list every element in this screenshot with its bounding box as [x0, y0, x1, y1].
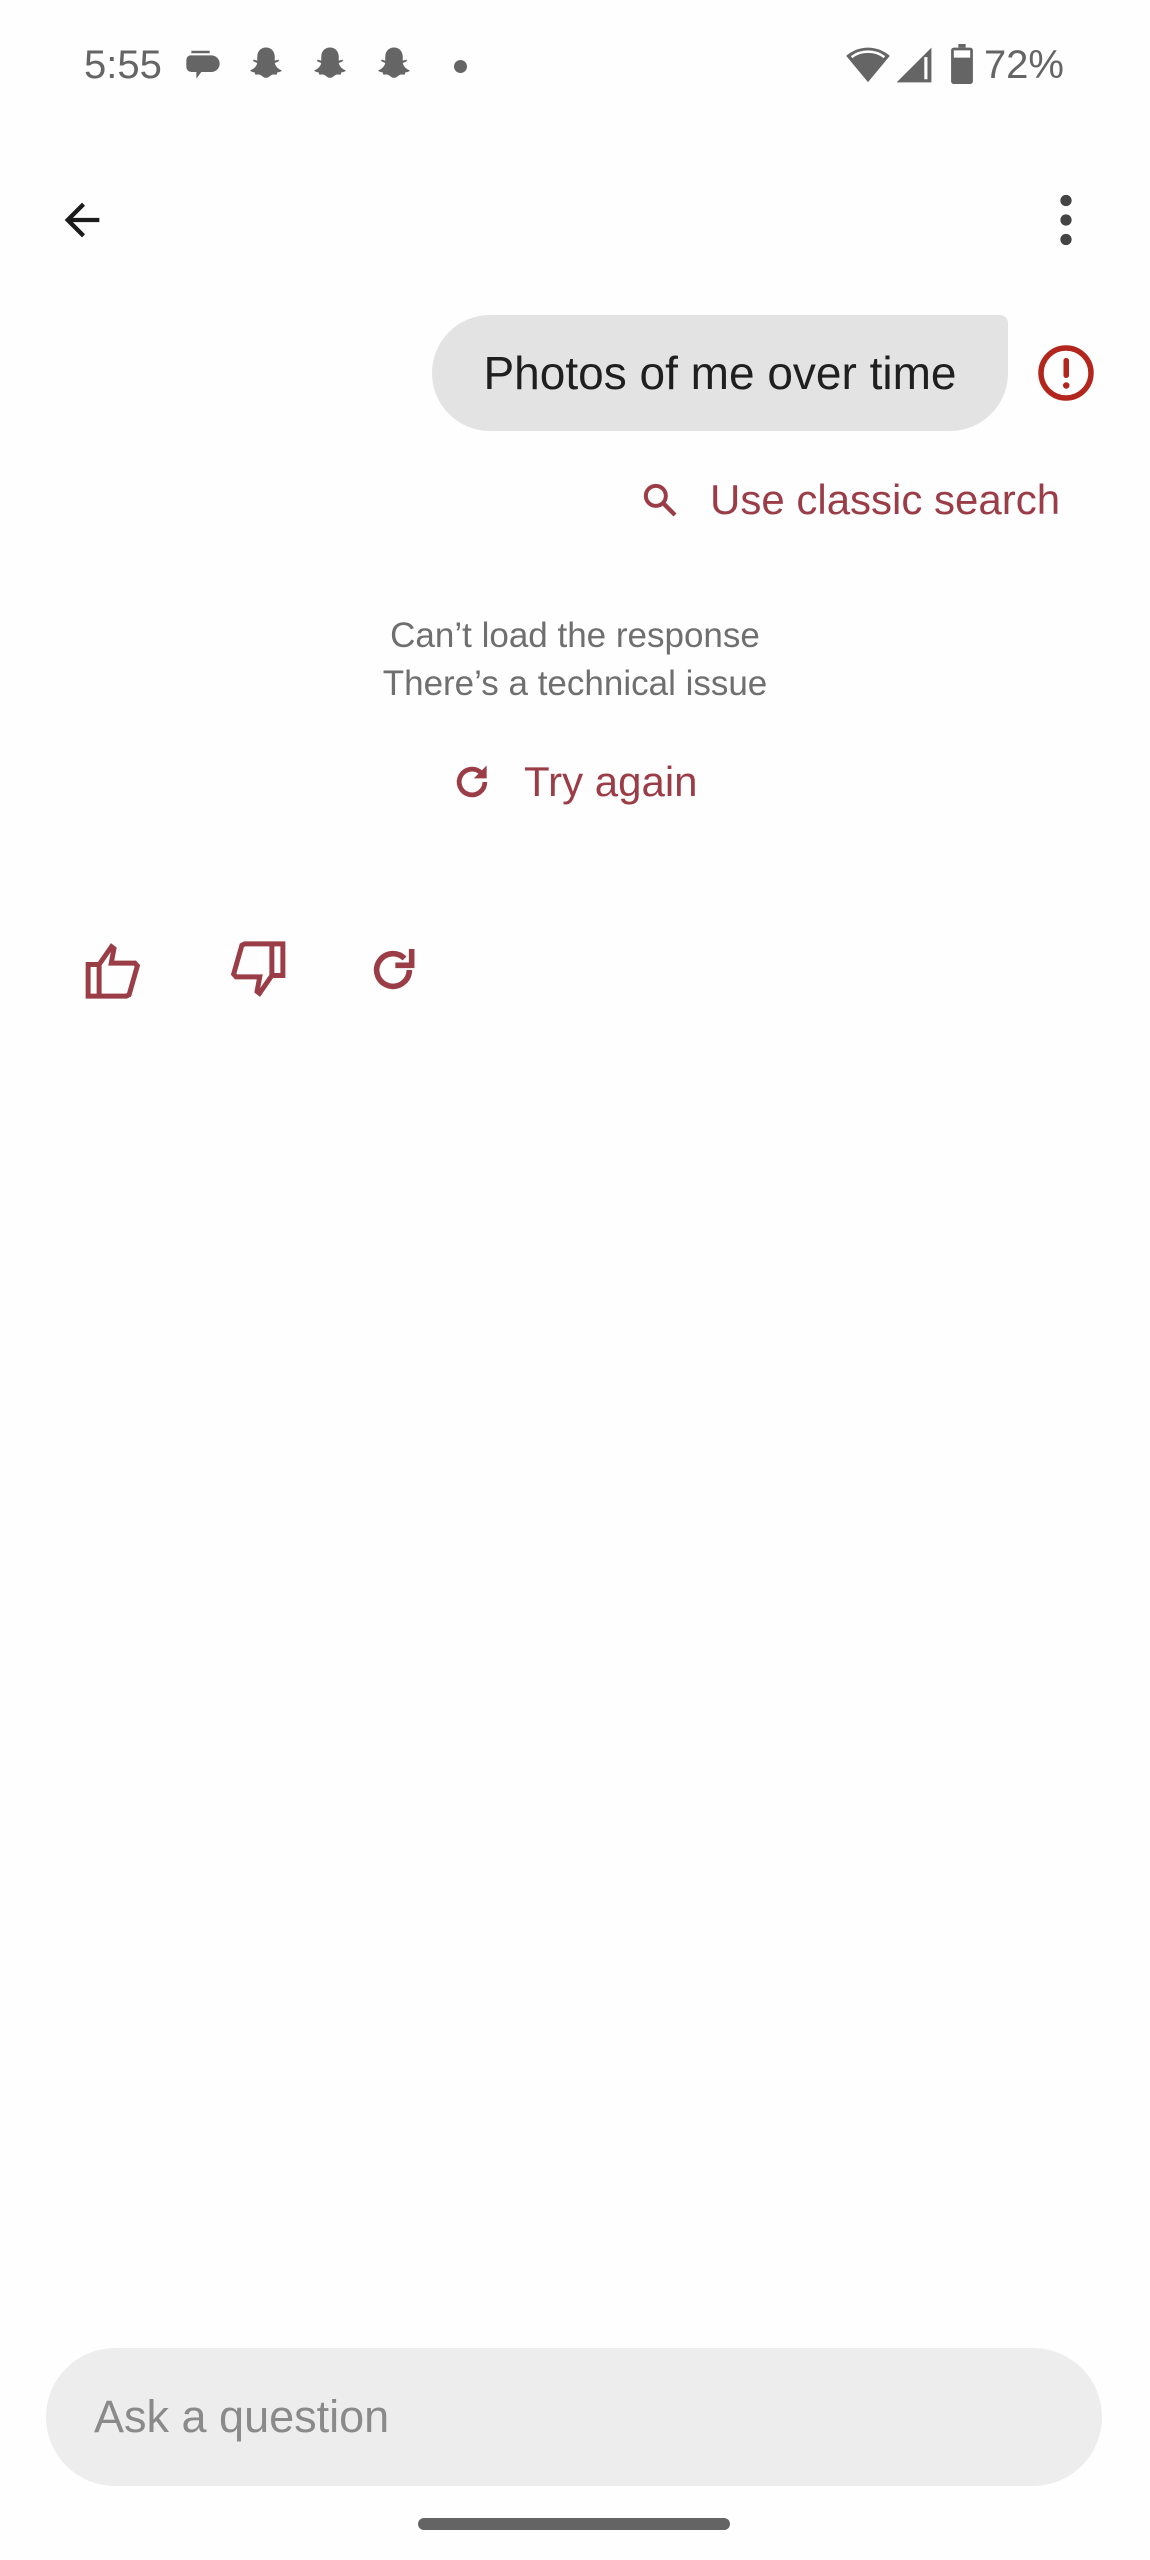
error-title: Can’t load the response [390, 616, 760, 655]
try-again-label: Try again [524, 758, 698, 805]
refresh-icon [456, 765, 488, 798]
battery-icon [951, 44, 973, 84]
snapchat-icon [314, 47, 346, 78]
back-button[interactable] [52, 190, 112, 250]
thumb-up-icon [85, 943, 141, 999]
battery-percent: 72% [983, 43, 1064, 87]
ask-question-input[interactable] [92, 2390, 1102, 2444]
try-again-button[interactable]: Try again [450, 752, 698, 812]
gesture-navigation-bar[interactable] [418, 2518, 730, 2530]
regenerate-button[interactable] [358, 935, 428, 1005]
thumb-down-icon [230, 941, 286, 997]
wifi-icon [846, 47, 890, 83]
ask-question-field[interactable] [46, 2348, 1102, 2486]
thumbs-down-button[interactable] [219, 935, 289, 1005]
more-options-button[interactable] [1036, 190, 1096, 250]
use-classic-search-button[interactable]: Use classic search [640, 470, 1060, 530]
more-vert-icon [1060, 194, 1072, 246]
snapchat-icon [378, 47, 410, 78]
thumbs-up-button[interactable] [82, 935, 152, 1005]
user-query-bubble: Photos of me over time [432, 315, 1008, 431]
status-time: 5:55 [84, 43, 162, 87]
cellular-signal-icon [896, 47, 932, 83]
use-classic-search-label: Use classic search [710, 476, 1061, 523]
refresh-icon [373, 949, 415, 990]
user-query-text: Photos of me over time [483, 347, 957, 399]
arrow-back-icon [64, 202, 100, 238]
snapchat-icon [250, 47, 282, 78]
error-icon[interactable] [1036, 343, 1096, 403]
error-subtitle: There’s a technical issue [382, 664, 768, 703]
messages-icon [186, 50, 220, 79]
more-notifications-dot [454, 60, 467, 73]
search-icon [643, 483, 677, 517]
